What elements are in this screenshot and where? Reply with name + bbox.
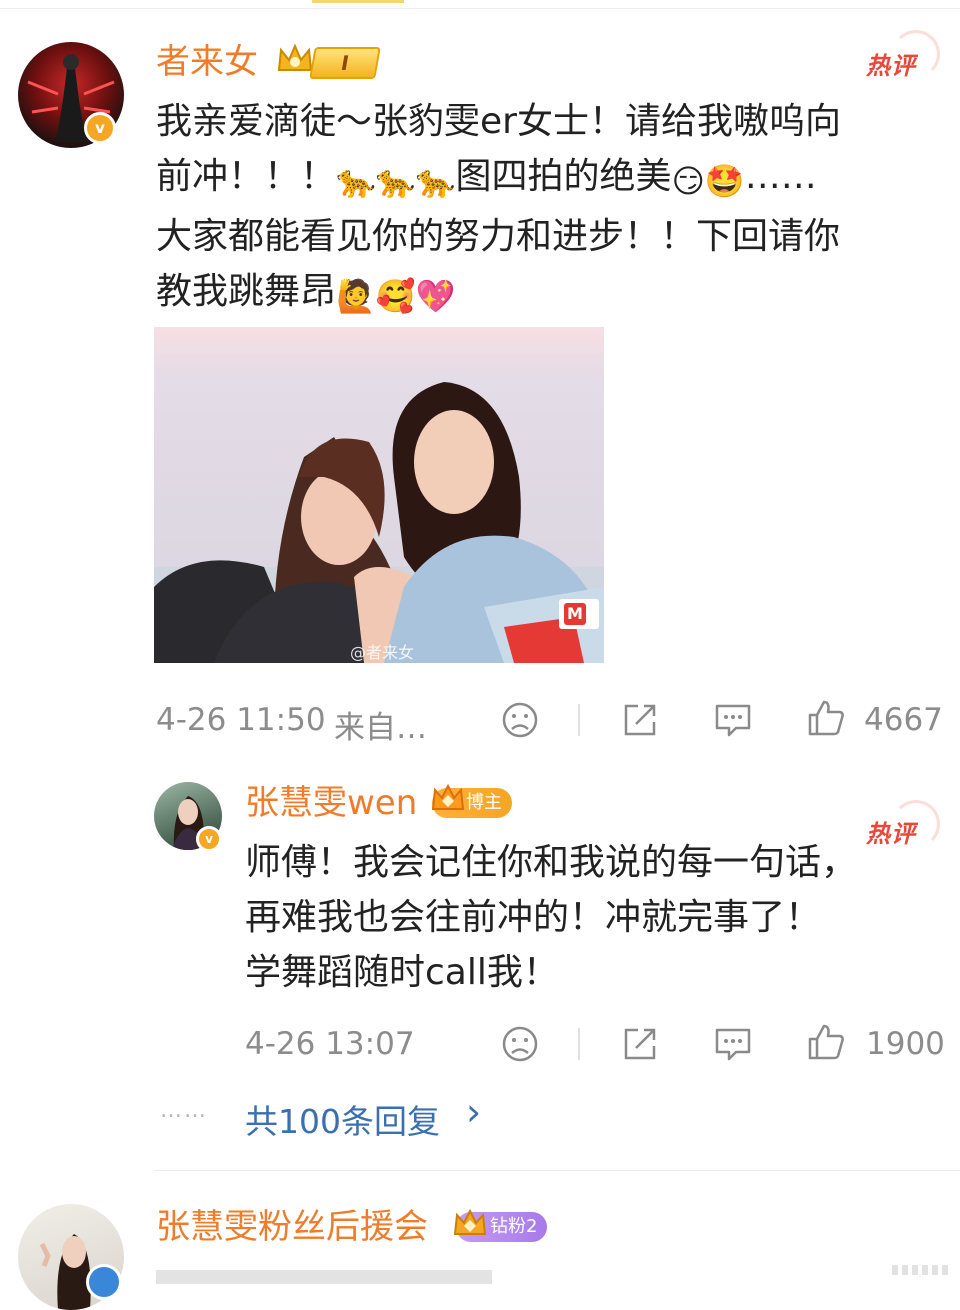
v-verified-icon bbox=[86, 1264, 122, 1300]
reply-text: 师傅！我会记住你和我说的每一句话， 再难我也会往前冲的！冲就完事了！ 学舞蹈随时… bbox=[245, 835, 955, 1000]
comment-line: 大家都能看见你的努力和进步！！下回请你 bbox=[156, 216, 841, 257]
level-badge-text: I bbox=[339, 51, 351, 75]
reply-line: 学舞蹈随时call我！ bbox=[245, 952, 559, 993]
comment-line-part: …… bbox=[744, 156, 817, 197]
fan-badge-text: 钻粉2 bbox=[490, 1216, 538, 1237]
chevron-right-icon[interactable]: › bbox=[466, 1090, 481, 1134]
crown-icon bbox=[431, 783, 465, 810]
username[interactable]: 张慧雯wen bbox=[245, 783, 417, 823]
blogger-badge-text: 博主 bbox=[466, 792, 502, 813]
hot-label: 热评 bbox=[866, 52, 916, 80]
meta-separator bbox=[578, 704, 580, 736]
username[interactable]: 张慧雯粉丝后援会 bbox=[156, 1207, 428, 1247]
v-verified-icon: v bbox=[84, 112, 116, 144]
reply-line: 师傅！我会记住你和我说的每一句话， bbox=[245, 842, 858, 883]
comment-line-part: 前冲！！！ bbox=[156, 156, 337, 197]
more-replies-link[interactable]: 共100条回复 bbox=[245, 1095, 440, 1143]
comment-icon[interactable] bbox=[712, 1024, 754, 1064]
dislike-icon[interactable] bbox=[500, 1024, 540, 1064]
crown-icon bbox=[453, 1208, 487, 1235]
like-count: 4667 bbox=[864, 702, 943, 738]
smirk-emoji: 😏🤩 bbox=[671, 162, 745, 200]
timestamp: 4-26 13:07 bbox=[245, 1026, 415, 1062]
share-icon[interactable] bbox=[620, 700, 660, 740]
dislike-icon[interactable] bbox=[500, 700, 540, 740]
comment-divider bbox=[154, 1170, 960, 1171]
meta-separator bbox=[578, 1028, 580, 1060]
corner-mark bbox=[892, 1265, 952, 1275]
source-label[interactable]: 来自… bbox=[334, 702, 427, 747]
emoji-group: 🙋🥰💖 bbox=[336, 277, 456, 315]
more-replies-dots: …… bbox=[160, 1098, 208, 1123]
reply-line: 再难我也会往前冲的！冲就完事了！ bbox=[245, 897, 822, 938]
partial-text-line bbox=[156, 1270, 716, 1284]
comment-line-part: 图四拍的绝美 bbox=[455, 156, 672, 197]
comment-text: 我亲爱滴徒～张豹雯er女士！请给我嗷呜向 前冲！！！🐆🐆🐆图四拍的绝美😏🤩…… … bbox=[156, 94, 956, 324]
v-verified-icon: v bbox=[196, 826, 222, 852]
top-divider bbox=[0, 8, 960, 9]
image-corner-logo: M bbox=[564, 603, 586, 625]
like-count: 1900 bbox=[866, 1026, 945, 1062]
comment-line: 教我跳舞昂🙋🥰💖 bbox=[156, 264, 956, 324]
top-accent-bar bbox=[312, 0, 404, 3]
image-watermark: @者来女 bbox=[350, 643, 415, 662]
comment-image[interactable]: M @者来女 bbox=[154, 327, 604, 663]
level-badge: I bbox=[309, 47, 381, 79]
comment-line-part: 教我跳舞昂 bbox=[156, 271, 337, 312]
timestamp: 4-26 11:50 bbox=[156, 702, 326, 738]
like-icon[interactable] bbox=[806, 698, 846, 738]
comment-icon[interactable] bbox=[712, 700, 754, 740]
like-icon[interactable] bbox=[806, 1022, 846, 1062]
share-icon[interactable] bbox=[620, 1024, 660, 1064]
leopard-emoji: 🐆🐆🐆 bbox=[336, 162, 456, 200]
comment-line: 我亲爱滴徒～张豹雯er女士！请给我嗷呜向 bbox=[156, 101, 841, 142]
comment-line: 前冲！！！🐆🐆🐆图四拍的绝美😏🤩…… bbox=[156, 149, 956, 209]
username[interactable]: 者来女 bbox=[156, 42, 258, 82]
